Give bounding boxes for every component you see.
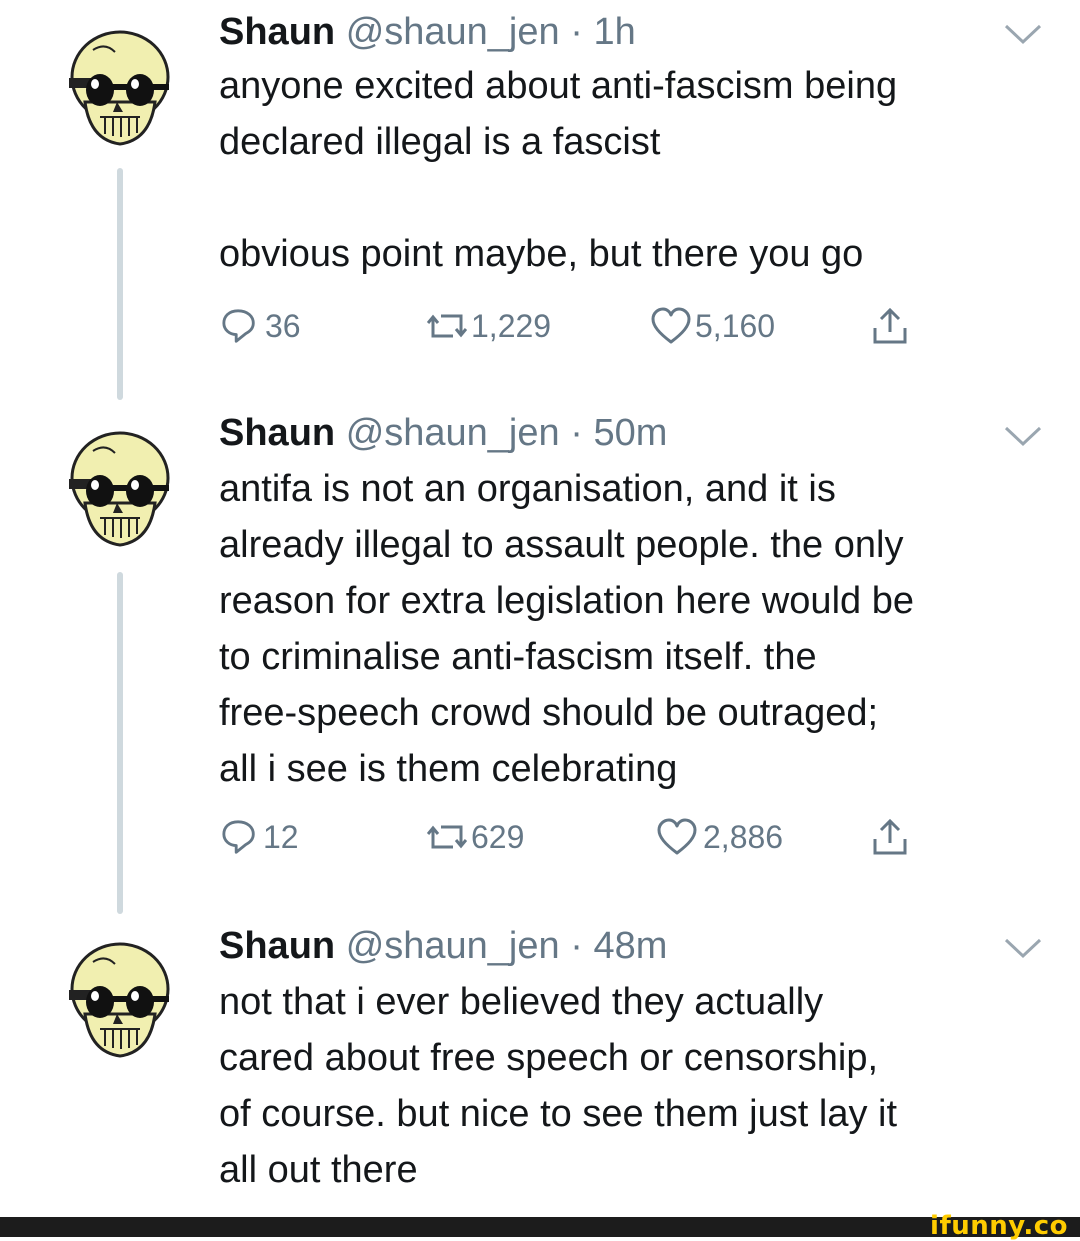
like-count: 5,160 [695, 307, 776, 344]
timestamp[interactable]: 50m [593, 412, 667, 454]
like-button[interactable]: 5,160 [651, 306, 775, 346]
tweet-actions: 12 629 2,886 [219, 817, 939, 857]
tweet-text: anyone excited about anti-fascism being … [219, 65, 898, 275]
skull-with-sunglasses-icon[interactable] [55, 423, 185, 553]
chevron-down-icon[interactable] [1003, 934, 1043, 964]
display-name[interactable]: Shaun [219, 412, 335, 454]
heart-icon [651, 307, 691, 344]
user-handle[interactable]: @shaun_jen [346, 925, 560, 967]
display-name[interactable]: Shaun [219, 11, 335, 53]
tweet-actions: 36 1,229 5,160 [219, 306, 939, 346]
watermark-bar: ifunny.co [0, 1211, 1080, 1241]
reply-button[interactable]: 12 [221, 817, 299, 857]
like-count: 2,886 [703, 818, 784, 855]
tweet-header: Shaun @shaun_jen · 48m [219, 924, 667, 968]
like-button[interactable]: 2,886 [657, 817, 783, 857]
tweet[interactable]: Shaun @shaun_jen · 1h anyone excited abo… [0, 0, 1080, 380]
user-handle[interactable]: @shaun_jen [346, 11, 560, 53]
skull-with-sunglasses-icon[interactable] [55, 934, 185, 1064]
tweet[interactable]: Shaun @shaun_jen · 48m not that i ever b… [0, 912, 1080, 1212]
tweet-text: not that i ever believed they actually c… [219, 981, 898, 1191]
skull-with-sunglasses-icon[interactable] [55, 22, 185, 152]
display-name[interactable]: Shaun [219, 925, 335, 967]
reply-icon [222, 820, 255, 854]
retweet-button[interactable]: 1,229 [427, 306, 551, 346]
share-icon [873, 308, 907, 344]
heart-icon [657, 818, 697, 855]
retweet-icon [427, 314, 467, 338]
timestamp[interactable]: 48m [593, 925, 667, 967]
retweet-icon [427, 825, 467, 849]
timestamp[interactable]: 1h [593, 11, 635, 53]
retweet-button[interactable]: 629 [427, 817, 524, 857]
tweet[interactable]: Shaun @shaun_jen · 50m antifa is not an … [0, 400, 1080, 890]
separator-dot: · [570, 925, 583, 967]
tweet-header: Shaun @shaun_jen · 50m [219, 411, 667, 455]
retweet-count: 1,229 [471, 307, 552, 344]
chevron-down-icon[interactable] [1003, 422, 1043, 452]
chevron-down-icon[interactable] [1003, 20, 1043, 50]
retweet-count: 629 [471, 818, 525, 855]
reply-button[interactable]: 36 [221, 306, 301, 346]
tweet-header: Shaun @shaun_jen · 1h [219, 10, 636, 54]
reply-count: 36 [265, 307, 301, 344]
tweet-text: antifa is not an organisation, and it is… [219, 468, 914, 790]
reply-count: 12 [263, 818, 299, 855]
user-handle[interactable]: @shaun_jen [346, 412, 560, 454]
reply-icon [222, 309, 255, 343]
share-button[interactable] [870, 306, 910, 346]
share-button[interactable] [870, 817, 910, 857]
share-icon [873, 819, 907, 855]
separator-dot: · [570, 412, 583, 454]
separator-dot: · [570, 11, 583, 53]
